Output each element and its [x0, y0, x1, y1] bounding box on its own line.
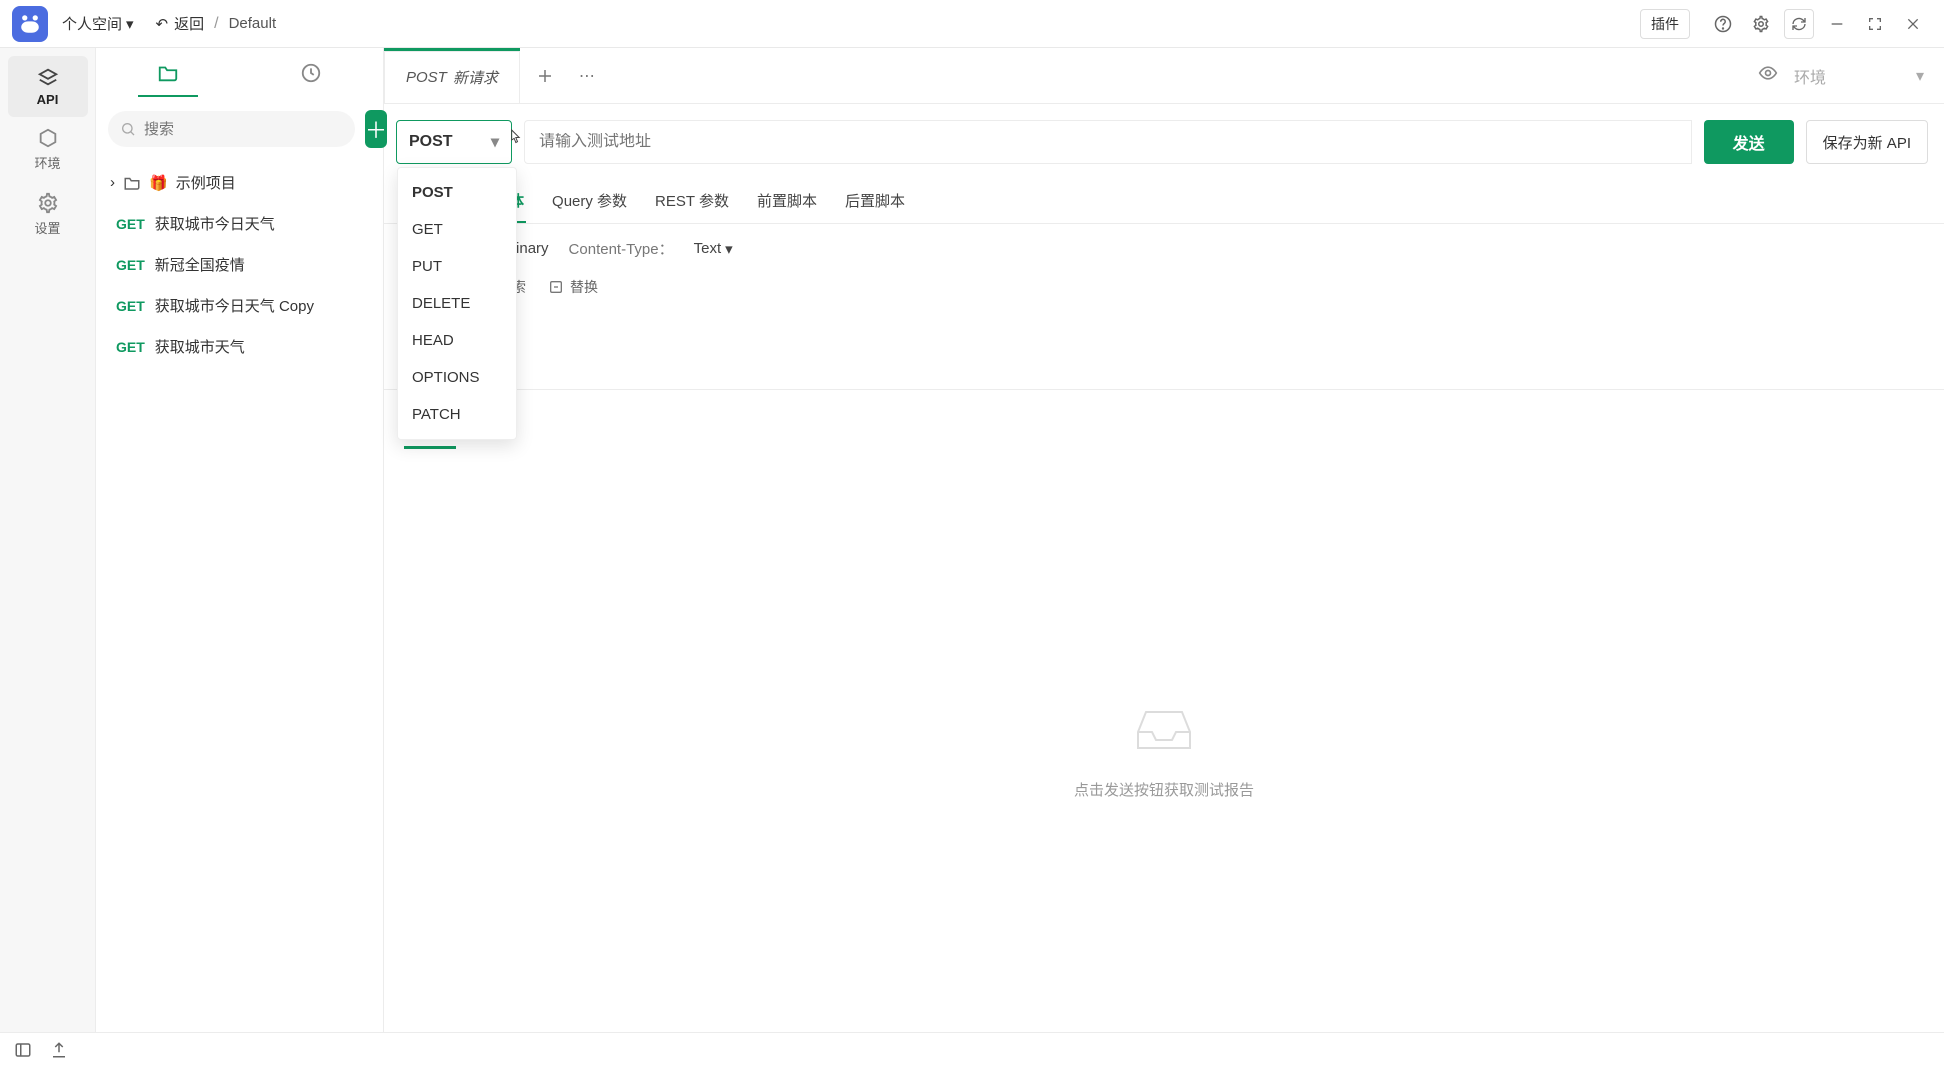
request-subtab[interactable]: 前置脚本	[755, 180, 819, 223]
content-type-label: Content-Type：	[569, 238, 674, 259]
app-logo	[12, 6, 48, 42]
chevron-down-icon: ▾	[491, 132, 499, 152]
gift-icon: 🎁	[149, 174, 168, 192]
plugin-button[interactable]: 插件	[1640, 9, 1690, 39]
chevron-right-icon: ›	[110, 174, 115, 191]
method-option[interactable]: GET	[398, 211, 516, 248]
tree-item-label: 获取城市今日天气 Copy	[155, 295, 314, 316]
tab-name: 新请求	[453, 67, 498, 88]
back-button[interactable]: ↶ 返回	[156, 13, 205, 34]
help-icon[interactable]	[1708, 9, 1738, 39]
content-type-selector[interactable]: Text ▾	[694, 240, 733, 258]
tree-item-label: 新冠全国疫情	[155, 254, 245, 275]
workspace-selector[interactable]: 个人空间 ▾	[62, 13, 134, 34]
tab-more-button[interactable]: ⋯	[570, 59, 604, 93]
send-button[interactable]: 发送	[1704, 120, 1794, 164]
tab-method: POST	[406, 69, 447, 86]
panel-toggle-icon[interactable]	[12, 1039, 34, 1061]
tree-item[interactable]: GET 获取城市今日天气	[96, 203, 383, 244]
env-selector-label[interactable]: 环境	[1794, 64, 1826, 88]
method-badge: GET	[116, 339, 145, 355]
url-input[interactable]	[524, 120, 1692, 164]
empty-message: 点击发送按钮获取测试报告	[1074, 779, 1254, 800]
method-selected: POST	[409, 133, 453, 151]
method-selector[interactable]: POST ▾ POSTGETPUTDELETEHEADOPTIONSPATCH	[396, 120, 512, 164]
rail-api-label: API	[37, 92, 59, 107]
sidebar-tab-folder[interactable]	[138, 51, 198, 97]
upload-icon[interactable]	[48, 1039, 70, 1061]
method-badge: GET	[116, 257, 145, 273]
request-subtab[interactable]: 后置脚本	[843, 180, 907, 223]
folder-icon	[123, 174, 141, 192]
tree-item[interactable]: GET 新冠全国疫情	[96, 244, 383, 285]
method-option[interactable]: HEAD	[398, 322, 516, 359]
rail-settings-label: 设置	[34, 218, 60, 237]
back-label: 返回	[174, 13, 204, 34]
search-icon	[120, 121, 136, 137]
request-tab[interactable]: POST 新请求	[384, 48, 520, 104]
method-option[interactable]: PUT	[398, 248, 516, 285]
eye-icon[interactable]	[1758, 63, 1778, 88]
minimize-icon[interactable]	[1822, 9, 1852, 39]
tree-group[interactable]: › 🎁 示例项目	[96, 162, 383, 203]
replace-icon	[548, 279, 564, 295]
gear-icon[interactable]	[1746, 9, 1776, 39]
method-option[interactable]: POST	[398, 174, 516, 211]
refresh-icon[interactable]	[1784, 9, 1814, 39]
breadcrumb-sep: /	[214, 15, 218, 33]
chevron-down-icon: ▾	[725, 240, 733, 258]
chevron-down-icon[interactable]: ▾	[1916, 66, 1924, 86]
search-input[interactable]	[108, 111, 355, 147]
empty-inbox-icon	[1132, 702, 1196, 761]
breadcrumb[interactable]: Default	[229, 15, 277, 32]
tree-item[interactable]: GET 获取城市天气	[96, 326, 383, 367]
save-api-button[interactable]: 保存为新 API	[1806, 120, 1928, 164]
tree-group-label: 示例项目	[176, 172, 236, 193]
method-option[interactable]: DELETE	[398, 285, 516, 322]
method-badge: GET	[116, 298, 145, 314]
cursor-icon	[505, 128, 525, 152]
new-tab-button[interactable]	[528, 59, 562, 93]
tree-item-label: 获取城市天气	[155, 336, 245, 357]
undo-icon: ↶	[156, 15, 169, 33]
method-option[interactable]: OPTIONS	[398, 359, 516, 396]
rail-env-label: 环境	[34, 153, 60, 172]
rail-api[interactable]: API	[8, 56, 88, 117]
rail-env[interactable]: 环境	[8, 117, 88, 182]
request-subtab[interactable]: Query 参数	[550, 180, 629, 223]
sidebar-tab-history[interactable]	[281, 51, 341, 97]
chevron-down-icon: ▾	[126, 15, 134, 33]
workspace-label: 个人空间	[62, 13, 122, 34]
rail-settings[interactable]: 设置	[8, 182, 88, 247]
tree-item-label: 获取城市今日天气	[155, 213, 275, 234]
tool-replace[interactable]: 替换	[548, 277, 598, 297]
close-icon[interactable]	[1898, 9, 1928, 39]
method-badge: GET	[116, 216, 145, 232]
maximize-icon[interactable]	[1860, 9, 1890, 39]
tree-item[interactable]: GET 获取城市今日天气 Copy	[96, 285, 383, 326]
request-subtab[interactable]: REST 参数	[653, 180, 731, 223]
method-option[interactable]: PATCH	[398, 396, 516, 433]
method-dropdown: POSTGETPUTDELETEHEADOPTIONSPATCH	[397, 167, 517, 440]
